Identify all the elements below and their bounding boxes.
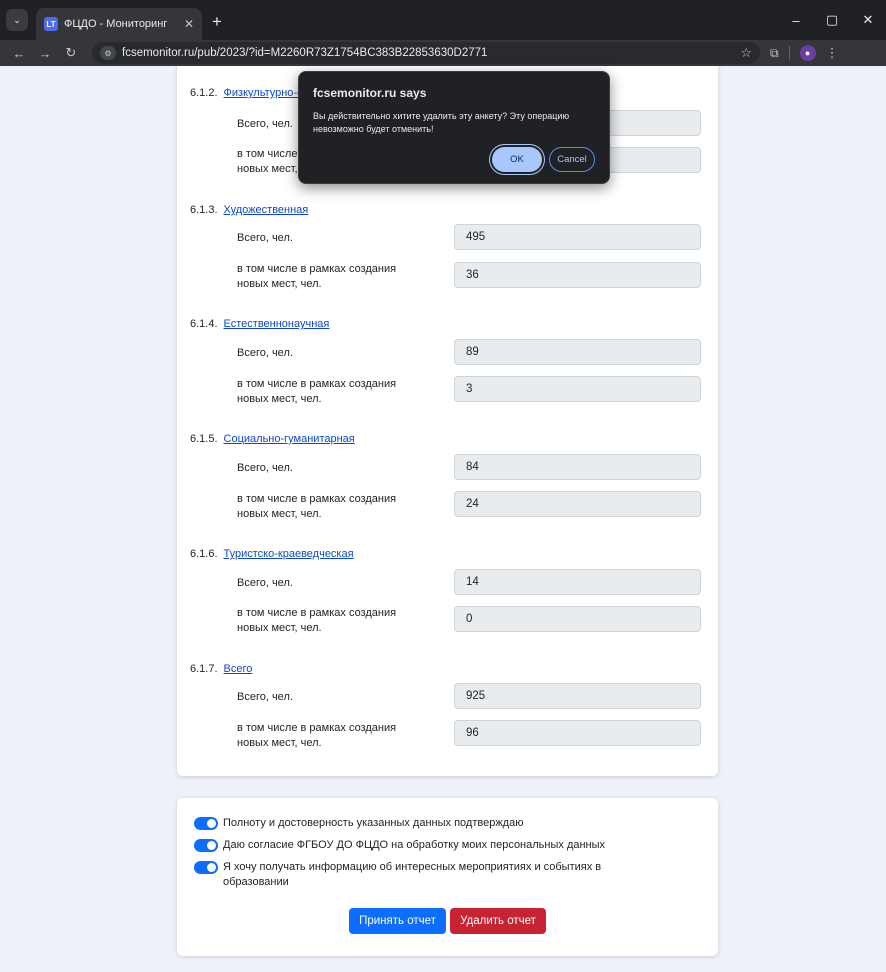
new-tab-icon[interactable]: +: [212, 12, 222, 32]
consent-switch-row[interactable]: Даю согласие ФГБОУ ДО ФЦДО на обработку …: [194, 838, 605, 853]
total-input[interactable]: 14: [454, 569, 701, 595]
section-number: 6.1.4.: [190, 318, 218, 330]
section-number: 6.1.6.: [190, 548, 218, 560]
section-header: 6.1.4. Естественнонаучная: [190, 314, 329, 332]
profile-avatar-icon[interactable]: ●: [799, 45, 816, 61]
delete-report-button[interactable]: Удалить отчет: [450, 908, 546, 934]
url-text: fcsemonitor.ru/pub/2023/?id=M2260R73Z175…: [122, 47, 488, 59]
field-label: Всего, чел.: [237, 462, 293, 474]
field-label: Всего, чел.: [237, 691, 293, 703]
toggle-switch[interactable]: [194, 861, 218, 874]
total-input[interactable]: 89: [454, 339, 701, 365]
section-link[interactable]: Естественнонаучная: [224, 318, 330, 330]
section-header: 6.1.5. Социально-гуманитарная: [190, 429, 355, 447]
site-info-icon[interactable]: ⚙: [100, 46, 116, 60]
accept-report-button[interactable]: Принять отчет: [349, 908, 446, 934]
section-link[interactable]: Всего: [224, 663, 253, 675]
switch-label: Даю согласие ФГБОУ ДО ФЦДО на обработку …: [223, 839, 606, 851]
field-label: в том числе в рамках создания новых мест…: [237, 378, 397, 405]
toggle-switch[interactable]: [194, 817, 218, 830]
total-input[interactable]: 84: [454, 454, 701, 480]
confirm-dialog: fcsemonitor.ru says Вы действительно хит…: [298, 71, 610, 184]
tab-close-icon[interactable]: ✕: [184, 17, 194, 31]
section-link[interactable]: Художественная: [224, 204, 309, 216]
field-label: Всего, чел.: [237, 347, 293, 359]
maximize-icon[interactable]: ▢: [814, 12, 850, 28]
new-places-input[interactable]: 36: [454, 262, 701, 288]
section-header: 6.1.3. Художественная: [190, 200, 308, 218]
section-number: 6.1.3.: [190, 204, 218, 216]
tab-search-icon[interactable]: ⌄: [6, 9, 28, 31]
browser-toolbar: ← → ↻ ⚙ fcsemonitor.ru/pub/2023/?id=M226…: [0, 40, 886, 66]
field-label: в том числе в рамках создания новых мест…: [237, 263, 397, 290]
dialog-message: Вы действительно хитите удалить эту анке…: [313, 111, 570, 134]
section-header: 6.1.6. Туристско-краеведческая: [190, 544, 354, 562]
back-icon[interactable]: ←: [6, 46, 32, 61]
menu-kebab-icon[interactable]: ⋮: [826, 45, 839, 61]
field-label: в том числе в рамках создания новых мест…: [237, 607, 397, 634]
toggle-switch[interactable]: [194, 839, 218, 852]
minimize-icon[interactable]: –: [778, 13, 814, 28]
dialog-ok-button[interactable]: OK: [492, 147, 542, 172]
reload-icon[interactable]: ↻: [58, 45, 84, 61]
newsletter-switch-row[interactable]: Я хочу получать информацию об интересных…: [194, 860, 644, 890]
close-window-icon[interactable]: ✕: [850, 12, 886, 28]
new-places-input[interactable]: 0: [454, 606, 701, 632]
address-bar[interactable]: ⚙ fcsemonitor.ru/pub/2023/?id=M2260R73Z1…: [92, 42, 760, 64]
dialog-title: fcsemonitor.ru says: [313, 86, 427, 100]
confirm-switch-row[interactable]: Полноту и достоверность указанных данных…: [194, 816, 523, 831]
bookmark-star-icon[interactable]: ☆: [740, 45, 752, 61]
tab-title: ФЦДО - Мониторинг: [64, 18, 168, 30]
toolbar-divider: [788, 46, 790, 60]
switch-label: Я хочу получать информацию об интересных…: [223, 861, 602, 888]
field-label: в том числе в рамках создания новых мест…: [237, 493, 397, 520]
section-link[interactable]: Туристско-краеведческая: [224, 548, 354, 560]
section-number: 6.1.5.: [190, 433, 218, 445]
field-label: Всего, чел.: [237, 232, 293, 244]
section-number: 6.1.7.: [190, 663, 218, 675]
new-places-input[interactable]: 96: [454, 720, 701, 746]
total-input[interactable]: 925: [454, 683, 701, 709]
field-label: Всего, чел.: [237, 118, 293, 130]
field-label: в том числе в рамках создания новых мест…: [237, 722, 397, 749]
section-link[interactable]: Социально-гуманитарная: [224, 433, 355, 445]
switch-label: Полноту и достоверность указанных данных…: [223, 817, 524, 829]
browser-tab[interactable]: LT ФЦДО - Мониторинг ✕: [36, 8, 202, 40]
dialog-cancel-button[interactable]: Cancel: [549, 147, 595, 172]
field-label: Всего, чел.: [237, 577, 293, 589]
new-places-input[interactable]: 3: [454, 376, 701, 402]
page-viewport: 6.1.2. Физкультурно-спортивная Всего, чел…: [0, 66, 886, 972]
new-places-input[interactable]: 24: [454, 491, 701, 517]
section-header: 6.1.7. Всего: [190, 659, 252, 677]
forward-icon[interactable]: →: [32, 46, 58, 61]
total-input[interactable]: 495: [454, 224, 701, 250]
browser-tabbar: ⌄ LT ФЦДО - Мониторинг ✕ + – ▢ ✕: [0, 0, 886, 40]
site-favicon-icon: LT: [44, 17, 58, 31]
section-number: 6.1.2.: [190, 87, 218, 99]
extensions-icon[interactable]: ⧉: [770, 46, 779, 61]
